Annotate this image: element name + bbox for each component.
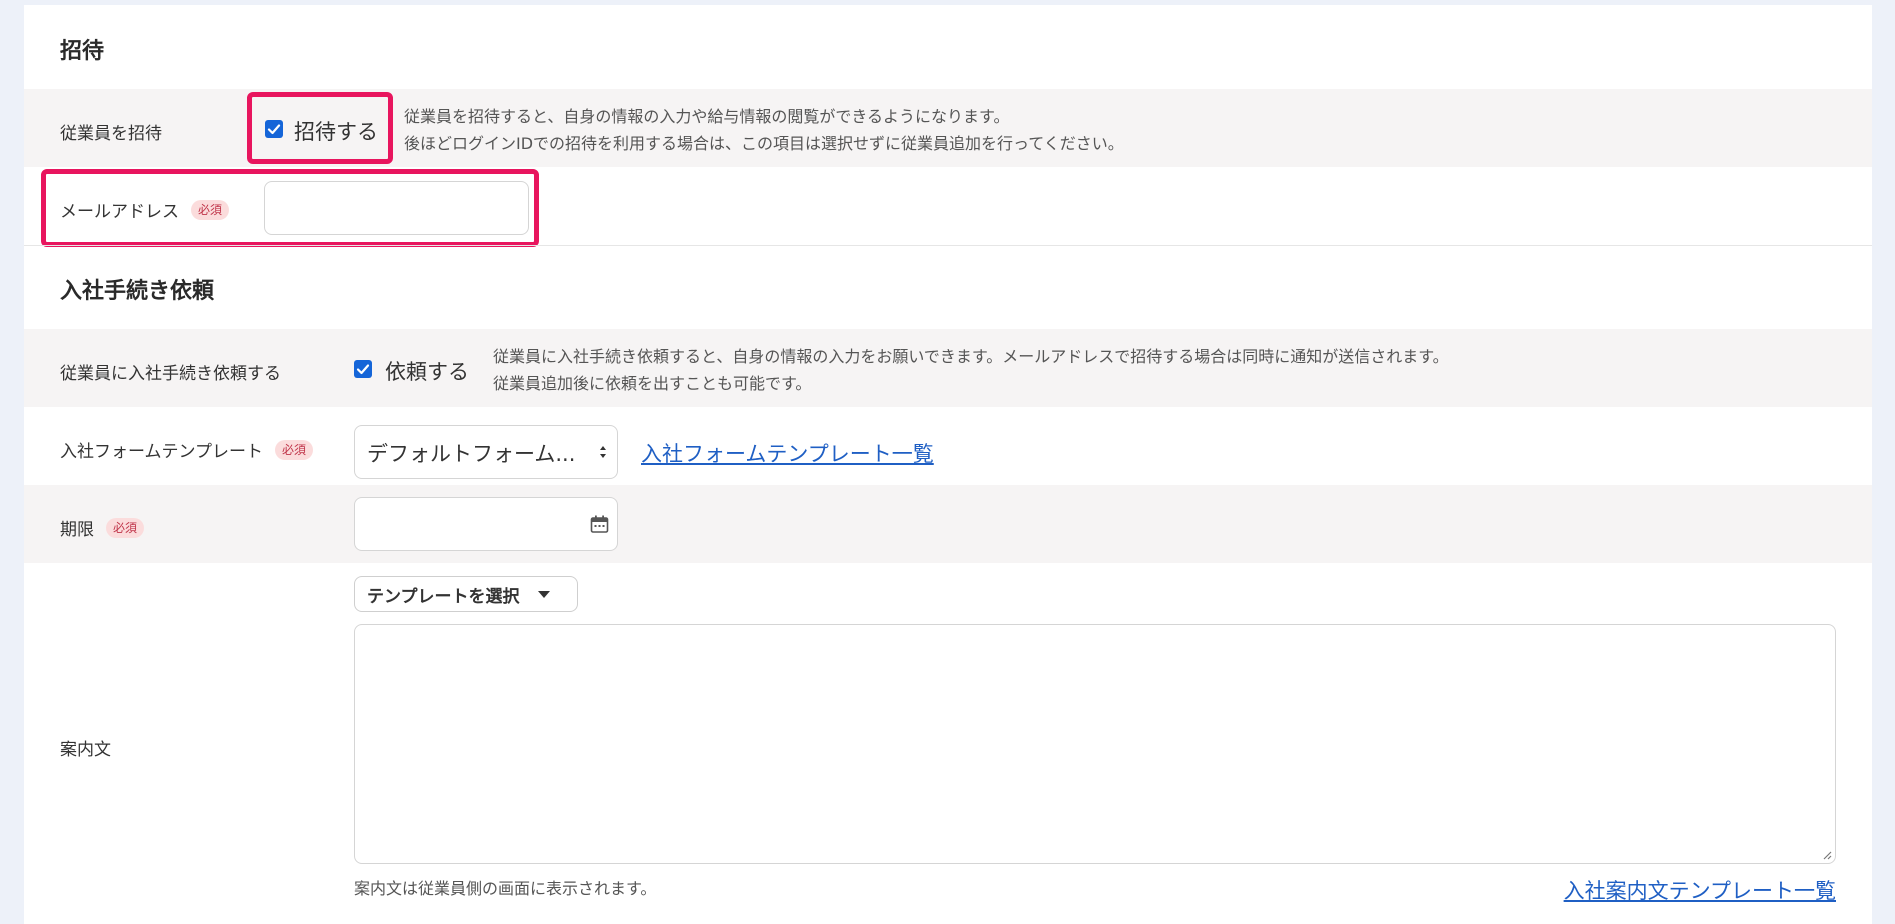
message-label: 案内文 xyxy=(60,735,111,760)
email-row-highlight xyxy=(41,169,539,247)
select-arrows-icon xyxy=(600,446,606,458)
deadline-label-text: 期限 xyxy=(60,520,94,540)
onboarding-checkbox-label[interactable]: 依頼する xyxy=(385,356,469,386)
caret-down-icon xyxy=(537,590,550,598)
deadline-row: 期限 必須 xyxy=(24,485,1872,563)
required-badge: 必須 xyxy=(274,439,313,460)
onboarding-help-text: 従業員に入社手続き依頼すると、自身の情報の入力をお願いできます。メールアドレスで… xyxy=(493,343,1449,397)
message-row: 案内文 テンプレートを選択 案内文は従業員側の画面に表示されます。 入社案内文テ… xyxy=(24,563,1872,924)
invite-help-text: 従業員を招待すると、自身の情報の入力や給与情報の閲覧ができるようになります。 後… xyxy=(404,103,1124,157)
template-select-value: デフォルトフォーム... xyxy=(367,442,576,466)
onboarding-section-title: 入社手続き依頼 xyxy=(60,279,215,304)
template-select[interactable]: デフォルトフォーム... xyxy=(354,425,618,479)
template-select-button[interactable]: テンプレートを選択 xyxy=(354,576,578,612)
deadline-input[interactable] xyxy=(354,497,618,551)
message-textarea[interactable] xyxy=(354,624,1836,864)
onboarding-request-row: 従業員に入社手続き依頼する 依頼する 従業員に入社手続き依頼すると、自身の情報の… xyxy=(24,329,1872,407)
invite-section-title: 招待 xyxy=(60,39,105,64)
invite-employee-label-text: 従業員を招待 xyxy=(60,124,162,144)
onboarding-request-label-text: 従業員に入社手続き依頼する xyxy=(60,364,281,384)
template-select-button-label: テンプレートを選択 xyxy=(367,586,520,607)
onboarding-help-line-2: 従業員追加後に依頼を出すことも可能です。 xyxy=(493,374,812,393)
onboarding-request-label: 従業員に入社手続き依頼する xyxy=(60,359,281,384)
section-divider xyxy=(24,245,1872,246)
template-label: 入社フォームテンプレート 必須 xyxy=(60,437,313,462)
form-panel: 招待 従業員を招待 招待する 従業員を招待すると、自身の情報の入力や給与情報の閲… xyxy=(24,5,1872,924)
message-hint: 案内文は従業員側の画面に表示されます。 xyxy=(354,879,657,898)
required-badge: 必須 xyxy=(106,517,145,538)
invite-help-line-1: 従業員を招待すると、自身の情報の入力や給与情報の閲覧ができるようになります。 xyxy=(404,107,1010,126)
message-label-text: 案内文 xyxy=(60,740,111,760)
calendar-icon[interactable] xyxy=(590,515,609,534)
message-template-list-link[interactable]: 入社案内文テンプレート一覧 xyxy=(1564,875,1836,905)
invite-help-line-2: 後ほどログインIDでの招待を利用する場合は、この項目は選択せずに従業員追加を行っ… xyxy=(404,134,1124,153)
resize-handle-icon[interactable] xyxy=(1822,850,1832,860)
invite-employee-label: 従業員を招待 xyxy=(60,119,162,144)
onboarding-checkbox[interactable] xyxy=(354,360,372,378)
template-row: 入社フォームテンプレート 必須 デフォルトフォーム... 入社フォームテンプレー… xyxy=(24,407,1872,485)
onboarding-help-line-1: 従業員に入社手続き依頼すると、自身の情報の入力をお願いできます。メールアドレスで… xyxy=(493,347,1449,366)
invite-checkbox-highlight xyxy=(247,92,393,164)
checkmark-icon xyxy=(356,364,370,375)
template-list-link[interactable]: 入社フォームテンプレート一覧 xyxy=(641,438,934,468)
deadline-label: 期限 必須 xyxy=(60,515,145,540)
template-label-text: 入社フォームテンプレート xyxy=(60,442,263,462)
